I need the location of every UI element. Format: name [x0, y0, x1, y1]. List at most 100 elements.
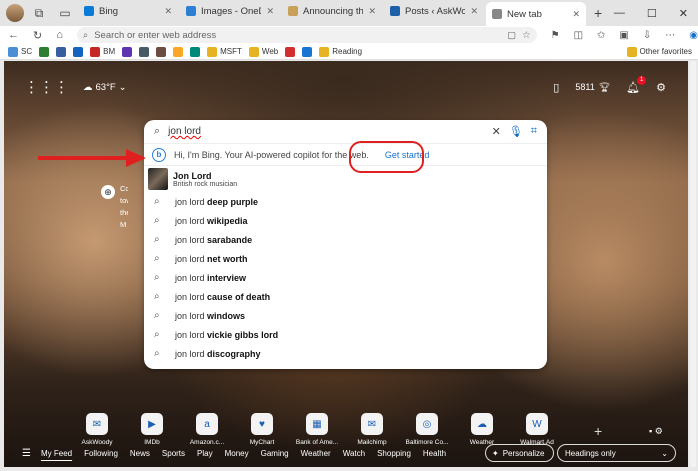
quick-link-icon: ▶ — [141, 413, 163, 435]
favorites-icon[interactable]: ✩ — [597, 30, 605, 41]
favorite-item[interactable] — [39, 46, 50, 57]
tab-actions-icon[interactable]: ▭ — [54, 2, 76, 24]
personalize-button[interactable]: ✦ Personalize — [485, 444, 554, 462]
feed-tab[interactable]: Money — [225, 449, 249, 458]
page-scrollbar[interactable] — [690, 61, 696, 467]
favorite-item[interactable] — [302, 46, 313, 57]
suggestion-item[interactable]: ⌕ jon lord sarabande — [144, 230, 547, 249]
feed-tab[interactable]: Play — [197, 449, 213, 458]
visual-search-icon[interactable]: ⌗ — [531, 125, 537, 138]
clear-icon[interactable]: ✕ — [492, 125, 501, 138]
add-quick-link-icon[interactable]: + — [594, 423, 602, 439]
extension-icon[interactable]: ⚑ — [551, 30, 560, 41]
favorite-item[interactable] — [173, 46, 184, 57]
suggestion-item[interactable]: ⌕ jon lord net worth — [144, 249, 547, 268]
tab-close-icon[interactable]: ✕ — [572, 9, 580, 20]
copilot-icon[interactable]: ◉ — [689, 30, 698, 41]
profile-avatar[interactable] — [6, 4, 24, 22]
tab-favicon-icon — [492, 9, 502, 19]
address-bar[interactable]: ⌕ Search or enter web address ▢ ☆ — [76, 27, 537, 43]
suggestion-item[interactable]: ⌕ jon lord wikipedia — [144, 211, 547, 230]
feed-tab[interactable]: Weather — [301, 449, 331, 458]
favorite-item[interactable] — [73, 46, 84, 57]
new-tab-button[interactable]: + — [594, 5, 602, 21]
favorite-item[interactable]: MSFT — [207, 46, 242, 57]
weather-widget[interactable]: ☁ 63°F ⌄ — [83, 82, 127, 93]
tab-close-icon[interactable]: ✕ — [164, 6, 172, 17]
feed-tab[interactable]: Shopping — [377, 449, 411, 458]
feed-tab[interactable]: News — [130, 449, 150, 458]
feed-tab[interactable]: Gaming — [261, 449, 289, 458]
menu-icon[interactable]: ☰ — [22, 448, 31, 459]
favorite-item[interactable] — [190, 46, 201, 57]
favorite-item[interactable]: Web — [248, 46, 278, 57]
home-icon[interactable]: ⌂ — [56, 29, 63, 41]
suggestion-item[interactable]: ⌕ jon lord interview — [144, 268, 547, 287]
suggestion-item[interactable]: ⌕ jon lord deep purple — [144, 192, 547, 211]
suggestion-item[interactable]: ⌕ jon lord discography — [144, 344, 547, 363]
search-input[interactable]: jon lord — [168, 126, 483, 137]
downloads-icon[interactable]: ⇩ — [643, 30, 651, 41]
suggestion-prefix: jon lord — [175, 348, 205, 359]
other-favorites[interactable]: Other favorites — [626, 46, 698, 57]
collections-icon[interactable]: ▣ — [619, 30, 628, 41]
settings-gear-icon[interactable]: ⚙ — [656, 81, 666, 94]
page-tools-icon[interactable]: ▪ ⚙ — [649, 426, 663, 437]
favorite-item[interactable] — [139, 46, 150, 57]
search-icon: ⌕ — [82, 29, 89, 41]
phone-icon[interactable]: ▯ — [553, 81, 559, 94]
feed-tab[interactable]: Sports — [162, 449, 185, 458]
headings-dropdown[interactable]: Headings only ⌄ — [557, 444, 676, 462]
workspaces-icon[interactable]: ⧉ — [28, 2, 50, 24]
tab-close-icon[interactable]: ✕ — [266, 6, 274, 17]
favorite-item[interactable]: SC — [8, 46, 32, 57]
notifications-bell-icon[interactable]: 🔔︎ 1 — [626, 75, 647, 94]
favicon-icon — [90, 46, 101, 57]
back-icon[interactable]: ← — [8, 29, 19, 41]
close-window-icon[interactable]: ✕ — [679, 7, 688, 20]
favorite-item[interactable]: BM — [90, 46, 115, 57]
tab-1[interactable]: Images - OneDrive ✕ — [180, 0, 280, 22]
copilot-suggestion[interactable]: b Hi, I'm Bing. Your AI-powered copilot … — [144, 144, 547, 166]
apps-grid-icon[interactable]: ⋮⋮⋮ — [24, 78, 69, 96]
suggestion-item[interactable]: ⌕ jon lord cause of death — [144, 287, 547, 306]
suggestion-completion: sarabande — [207, 234, 253, 245]
tab-0[interactable]: Bing ✕ — [78, 0, 178, 22]
favorite-item[interactable] — [56, 46, 67, 57]
tab-close-icon[interactable]: ✕ — [368, 6, 376, 17]
search-box[interactable]: ⌕ jon lord ✕ 🎙︎ ⌗ — [144, 120, 547, 144]
favicon-icon — [207, 46, 218, 57]
info-blurb[interactable]: Conv towa the M — [98, 183, 128, 231]
feed-tab[interactable]: Following — [84, 449, 118, 458]
tab-3[interactable]: Posts ‹ AskWoody — W ✕ — [384, 0, 484, 22]
favorite-star-icon[interactable]: ☆ — [522, 30, 531, 41]
rewards-points[interactable]: 5811 🏆︎ — [575, 82, 610, 93]
refresh-icon[interactable]: ↻ — [33, 29, 42, 42]
favorite-item[interactable]: Reading — [319, 46, 362, 57]
reader-icon[interactable]: ▢ — [507, 30, 516, 41]
more-icon[interactable]: ⋯ — [665, 30, 675, 41]
tab-title: Bing — [99, 5, 119, 17]
favorite-item[interactable] — [285, 46, 296, 57]
suggestion-prefix: jon lord — [175, 329, 205, 340]
minimize-icon[interactable]: — — [614, 7, 625, 20]
tab-2[interactable]: Announcing the next w ✕ — [282, 0, 382, 22]
entity-suggestion[interactable]: Jon Lord British rock musician — [144, 166, 547, 192]
tab-4[interactable]: New tab ✕ — [486, 2, 586, 26]
search-icon: ⌕ — [154, 234, 160, 245]
quick-link-icon: ✉ — [361, 413, 383, 435]
favorite-item[interactable] — [156, 46, 167, 57]
split-screen-icon[interactable]: ◫ — [574, 30, 583, 41]
suggestion-item[interactable]: ⌕ jon lord windows — [144, 306, 547, 325]
favorite-item[interactable] — [122, 46, 133, 57]
microphone-icon[interactable]: 🎙︎ — [509, 125, 523, 138]
feed-tab[interactable]: My Feed — [41, 449, 72, 458]
feed-tab[interactable]: Watch — [343, 449, 365, 458]
tab-close-icon[interactable]: ✕ — [470, 6, 478, 17]
suggestion-completion: interview — [207, 272, 247, 283]
feed-tab[interactable]: Health — [423, 449, 446, 458]
maximize-icon[interactable]: ☐ — [647, 7, 657, 20]
chevron-down-icon: ⌄ — [118, 81, 127, 93]
suggestion-item[interactable]: ⌕ jon lord vickie gibbs lord — [144, 325, 547, 344]
search-icon: ⌕ — [154, 272, 160, 283]
